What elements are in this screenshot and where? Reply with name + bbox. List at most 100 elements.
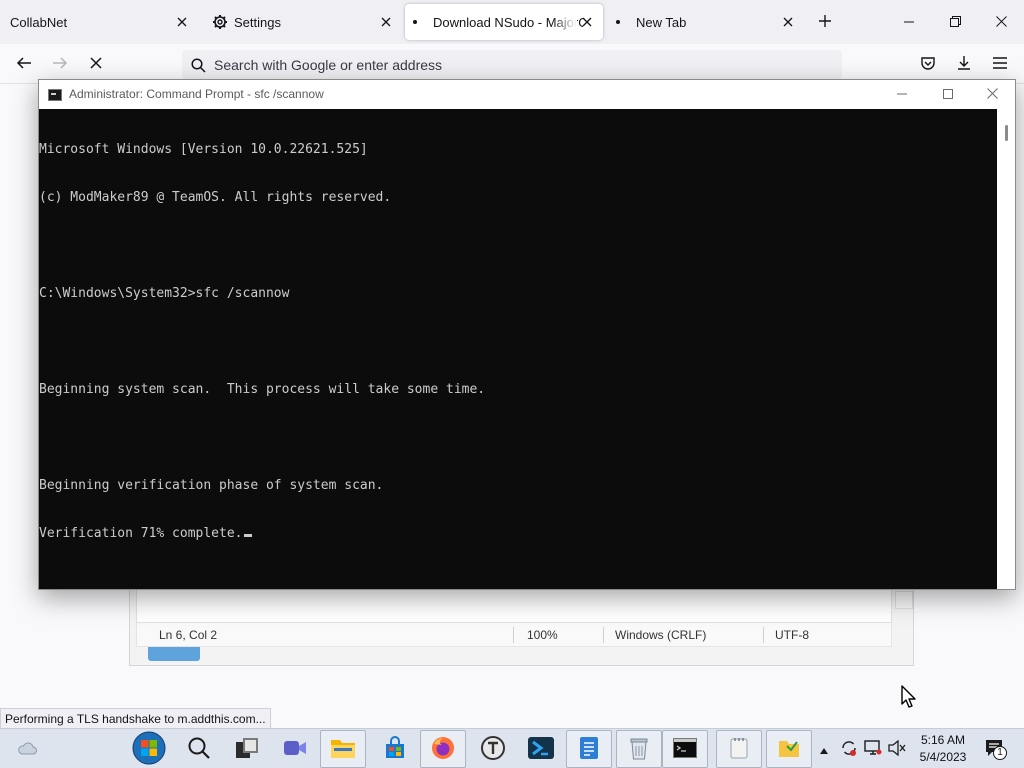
show-hidden-icons-button[interactable] <box>816 729 832 768</box>
tab-settings[interactable]: Settings <box>204 4 402 40</box>
cloud-icon <box>17 741 37 758</box>
cmd-scrollbar[interactable] <box>997 109 1015 589</box>
address-bar[interactable] <box>182 50 842 80</box>
forward-button[interactable] <box>46 50 74 78</box>
console-line-last: Verification 71% complete. <box>39 526 997 542</box>
stop-loading-button[interactable] <box>82 50 110 78</box>
text-cursor <box>243 534 252 537</box>
new-tab-button[interactable] <box>804 4 846 40</box>
cmd-window-title: Administrator: Command Prompt - sfc /sca… <box>69 87 324 101</box>
close-icon[interactable] <box>172 12 192 32</box>
volume-muted-icon <box>888 739 906 759</box>
tab-download-nsudo[interactable]: Download NSudo - MajorGeeks <box>405 4 603 40</box>
chevron-up-icon <box>820 742 828 757</box>
notes-icon <box>579 736 599 763</box>
clock-date: 5/4/2023 <box>919 750 967 764</box>
tab-new-tab[interactable]: New Tab <box>606 4 804 40</box>
sync-tray-button[interactable] <box>838 729 860 768</box>
pocket-button[interactable] <box>914 50 942 78</box>
folder-icon <box>777 736 801 763</box>
tab-label: Settings <box>234 14 281 30</box>
folder-taskbar-button[interactable] <box>766 730 812 768</box>
close-icon <box>986 87 998 102</box>
zoom-level: 100% <box>527 628 558 642</box>
back-arrow-icon <box>16 55 32 74</box>
loading-icon <box>413 20 417 24</box>
powershell-button[interactable] <box>518 730 564 768</box>
tab-collabnet[interactable]: CollabNet <box>0 4 198 40</box>
scrollbar-thumb[interactable] <box>1005 125 1008 141</box>
meet-button[interactable] <box>272 730 318 768</box>
notification-count-badge: 1 <box>993 746 1007 760</box>
console-line: Beginning verification phase of system s… <box>39 478 384 493</box>
close-icon[interactable] <box>577 12 597 32</box>
console-line: (c) ModMaker89 @ TeamOS. All rights rese… <box>39 190 392 205</box>
firefox-button[interactable] <box>420 730 466 768</box>
line-ending: Windows (CRLF) <box>615 628 707 642</box>
file-explorer-button[interactable] <box>320 730 366 768</box>
hamburger-menu-icon <box>993 56 1007 72</box>
console-progress-line: Verification 71% complete. <box>39 526 243 541</box>
notepad-status-bar: Ln 6, Col 2 100% Windows (CRLF) UTF-8 <box>136 623 892 647</box>
windows-logo-icon <box>132 731 166 768</box>
encoding: UTF-8 <box>775 628 809 642</box>
back-button[interactable] <box>10 50 38 78</box>
restore-button[interactable] <box>932 4 978 40</box>
volume-tray-button[interactable] <box>886 729 908 768</box>
cmd-minimize-button[interactable] <box>879 80 925 109</box>
weather-widget[interactable] <box>10 729 44 768</box>
cmd-taskbar-button[interactable] <box>662 730 708 768</box>
cmd-icon <box>48 89 62 101</box>
console-line: Beginning system scan. This process will… <box>39 382 486 397</box>
app-t-button[interactable] <box>470 730 516 768</box>
network-tray-button[interactable] <box>862 729 884 768</box>
restore-icon <box>949 15 961 30</box>
clock-time: 5:16 AM <box>920 733 966 747</box>
pocket-icon <box>920 55 936 74</box>
maximize-icon <box>943 87 953 102</box>
mouse-pointer-icon <box>898 684 920 713</box>
task-view-icon <box>235 737 259 762</box>
notification-icon: 1 <box>984 739 1007 760</box>
gear-icon <box>212 14 228 30</box>
minimize-button[interactable] <box>886 4 932 40</box>
url-input[interactable] <box>214 57 814 73</box>
plus-icon <box>818 14 832 31</box>
tab-label: New Tab <box>636 14 687 30</box>
start-button[interactable] <box>126 730 172 768</box>
task-view-button[interactable] <box>224 730 270 768</box>
close-icon[interactable] <box>778 12 798 32</box>
close-icon[interactable] <box>376 12 396 32</box>
browser-status-text: Performing a TLS handshake to m.addthis.… <box>0 708 271 729</box>
notification-center-button[interactable]: 1 <box>980 729 1010 768</box>
sync-icon <box>840 739 858 760</box>
app-t-icon <box>480 735 506 764</box>
console-output[interactable]: Microsoft Windows [Version 10.0.22621.52… <box>39 109 997 589</box>
file-explorer-icon <box>330 737 356 762</box>
taskbar-search-button[interactable] <box>176 730 222 768</box>
stop-icon <box>90 56 102 72</box>
store-button[interactable] <box>372 730 418 768</box>
menu-button[interactable] <box>986 50 1014 78</box>
recycle-button[interactable] <box>616 730 662 768</box>
console-line: C:\Windows\System32>sfc /scannow <box>39 286 290 301</box>
search-icon <box>187 736 211 763</box>
cmd-title-bar[interactable]: Administrator: Command Prompt - sfc /sca… <box>39 80 1015 109</box>
notepad-taskbar-indicator <box>148 647 200 661</box>
downloads-button[interactable] <box>950 50 978 78</box>
taskbar: 5:16 AM 5/4/2023 1 <box>0 728 1024 768</box>
download-icon <box>956 55 972 74</box>
browser-tab-strip: CollabNet Settings Download NSudo - Majo… <box>0 0 1024 44</box>
command-prompt-window[interactable]: Administrator: Command Prompt - sfc /sca… <box>38 79 1016 590</box>
close-window-button[interactable] <box>978 4 1024 40</box>
notepad-scrollbar[interactable] <box>895 591 913 609</box>
taskbar-clock[interactable]: 5:16 AM 5/4/2023 <box>912 732 974 766</box>
cmd-maximize-button[interactable] <box>925 80 971 109</box>
notes-button[interactable] <box>566 730 612 768</box>
notepad-taskbar-button[interactable] <box>716 730 762 768</box>
minimize-icon <box>904 15 914 30</box>
close-icon <box>995 15 1007 30</box>
cmd-close-button[interactable] <box>969 80 1015 109</box>
